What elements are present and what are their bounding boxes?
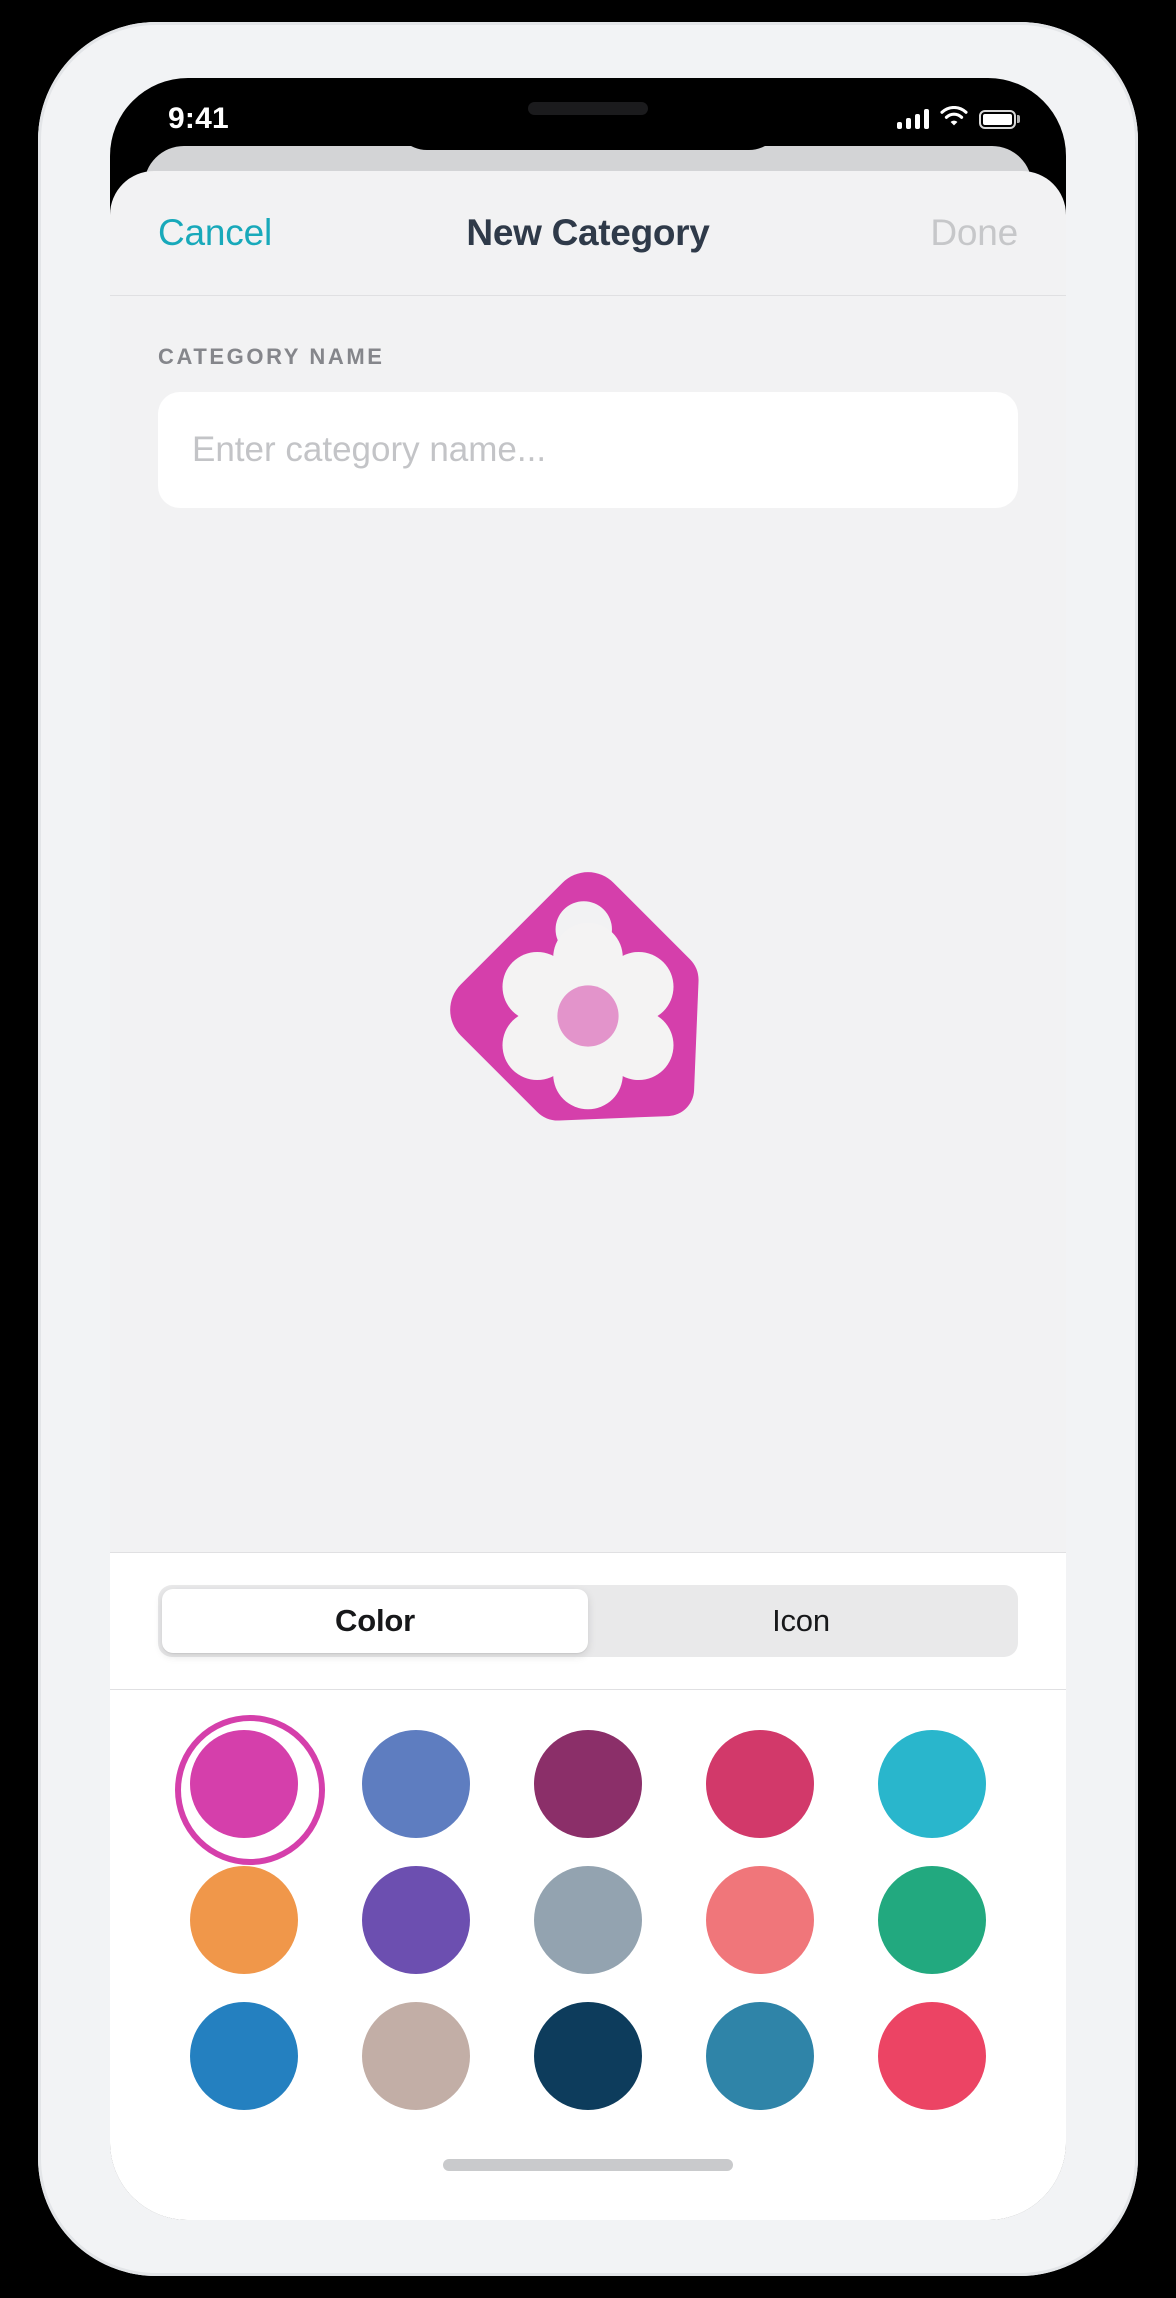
home-indicator[interactable] bbox=[443, 2159, 733, 2171]
cancel-button[interactable]: Cancel bbox=[158, 212, 272, 254]
color-swatch-azure[interactable] bbox=[190, 2002, 298, 2110]
color-swatch-salmon[interactable] bbox=[706, 1866, 814, 1974]
color-swatch-navy[interactable] bbox=[534, 2002, 642, 2110]
color-swatch-rose[interactable] bbox=[878, 2002, 986, 2110]
color-swatch-slate-gray[interactable] bbox=[534, 1866, 642, 1974]
color-grid bbox=[158, 1715, 1018, 2110]
color-swatch-taupe[interactable] bbox=[362, 2002, 470, 2110]
picker-mode-section: Color Icon bbox=[110, 1553, 1066, 1690]
category-name-field-group: CATEGORY NAME bbox=[110, 296, 1066, 508]
color-swatch-plum[interactable] bbox=[534, 1730, 642, 1838]
done-button[interactable]: Done bbox=[930, 212, 1018, 254]
color-swatch-raspberry[interactable] bbox=[706, 1730, 814, 1838]
device-frame: 9:41 Cancel New Category Done CATEGORY N… bbox=[38, 22, 1138, 2276]
status-time: 9:41 bbox=[168, 102, 229, 135]
battery-icon bbox=[979, 109, 1016, 129]
color-swatch-emerald[interactable] bbox=[878, 1866, 986, 1974]
tab-icon[interactable]: Icon bbox=[588, 1589, 1014, 1653]
icon-preview bbox=[110, 508, 1066, 1552]
home-indicator-area bbox=[110, 2110, 1066, 2220]
flower-tag-icon bbox=[450, 872, 699, 1121]
tab-color[interactable]: Color bbox=[162, 1589, 588, 1653]
device-screen: 9:41 Cancel New Category Done CATEGORY N… bbox=[110, 78, 1066, 2220]
status-icons bbox=[896, 105, 1016, 132]
color-picker-panel bbox=[110, 1690, 1066, 2110]
color-swatch-steel-blue[interactable] bbox=[706, 2002, 814, 2110]
new-category-modal: Cancel New Category Done CATEGORY NAME E… bbox=[110, 171, 1066, 2220]
category-name-label: CATEGORY NAME bbox=[158, 344, 385, 369]
color-swatch-turquoise[interactable] bbox=[878, 1730, 986, 1838]
color-swatch-orange[interactable] bbox=[190, 1866, 298, 1974]
cellular-signal-icon bbox=[896, 109, 929, 129]
color-swatch-violet[interactable] bbox=[362, 1866, 470, 1974]
segmented-control[interactable]: Color Icon bbox=[158, 1585, 1018, 1657]
category-preview-area: CATEGORY NAME bbox=[110, 296, 1066, 1553]
color-swatch-cornflower[interactable] bbox=[362, 1730, 470, 1838]
color-swatch-magenta[interactable] bbox=[175, 1715, 325, 1865]
modal-nav-bar: Cancel New Category Done bbox=[110, 171, 1066, 296]
category-name-input[interactable] bbox=[158, 392, 1018, 508]
wifi-icon bbox=[940, 105, 968, 132]
status-bar: 9:41 bbox=[110, 78, 1066, 150]
